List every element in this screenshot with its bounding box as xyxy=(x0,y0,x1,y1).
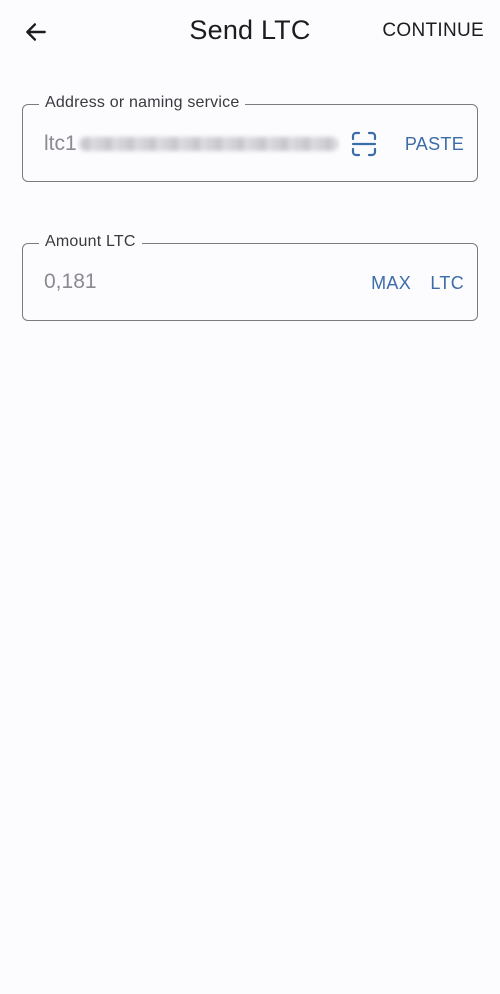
address-value-prefix: ltc1 xyxy=(44,132,77,155)
back-button[interactable] xyxy=(16,12,56,52)
qr-scan-icon[interactable] xyxy=(351,131,377,157)
address-value-redacted xyxy=(78,137,339,151)
amount-field-label: Amount LTC xyxy=(39,233,142,251)
currency-unit-button[interactable]: LTC xyxy=(430,273,464,294)
top-bar: Send LTC CONTINUE xyxy=(0,0,500,66)
paste-button[interactable]: PASTE xyxy=(405,134,464,155)
address-input[interactable]: ltc1 xyxy=(44,129,340,159)
amount-field[interactable]: Amount LTC 0,181 MAX LTC xyxy=(22,233,478,321)
arrow-left-icon xyxy=(26,23,46,41)
address-field-label: Address or naming service xyxy=(39,94,246,112)
continue-button[interactable]: CONTINUE xyxy=(382,20,484,42)
amount-input[interactable]: 0,181 xyxy=(44,270,97,294)
max-button[interactable]: MAX xyxy=(371,273,411,294)
address-field[interactable]: Address or naming service ltc1 PASTE xyxy=(22,94,478,182)
